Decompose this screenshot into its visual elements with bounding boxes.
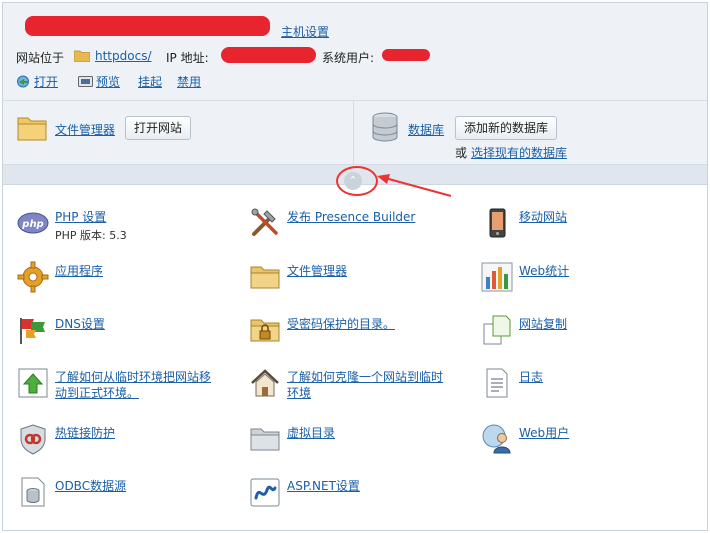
php-icon: php	[17, 212, 49, 234]
tool-label[interactable]: 日志	[519, 369, 543, 385]
globe-open-icon	[17, 75, 29, 88]
tool-label[interactable]: 受密码保护的目录。	[287, 316, 395, 332]
tool-label[interactable]: 虚拟目录	[287, 425, 335, 441]
web-user-icon	[482, 424, 511, 454]
locked-folder-icon	[250, 319, 280, 342]
tool-label-line1[interactable]: 了解如何从临时环境把网站移	[55, 369, 211, 385]
redacted-user	[382, 49, 430, 61]
odbc-icon	[21, 477, 45, 507]
house-icon	[251, 369, 279, 397]
svg-text:php: php	[21, 219, 43, 230]
database-icon	[372, 112, 398, 142]
ip-label: IP 地址:	[166, 51, 209, 65]
tool-label[interactable]: ASP.NET设置	[287, 478, 360, 494]
copy-icon	[483, 315, 511, 345]
folder-icon	[74, 50, 90, 62]
docroot-link[interactable]: httpdocs/	[95, 49, 151, 63]
select-database-link[interactable]: 选择现有的数据库	[471, 144, 567, 161]
gear-icon	[17, 261, 49, 293]
tool-label[interactable]: 文件管理器	[287, 263, 347, 279]
preview-icon	[78, 76, 93, 87]
tool-label[interactable]: 发布 Presence Builder	[287, 209, 415, 225]
tool-label[interactable]: 应用程序	[55, 263, 103, 279]
disable-link[interactable]: 禁用	[177, 73, 201, 90]
file-manager-folder-icon	[17, 117, 47, 141]
system-user-label: 系统用户:	[322, 51, 375, 65]
hosting-panel: 主机设置 网站位于 httpdocs/ IP 地址: 系统用户: 打开 预览 挂…	[2, 2, 708, 531]
tool-label-line1[interactable]: 了解如何克隆一个网站到临时	[287, 369, 443, 385]
open-action[interactable]: 打开	[16, 73, 58, 90]
file-manager-link[interactable]: 文件管理器	[55, 121, 115, 138]
tools-icon	[251, 208, 278, 236]
host-settings-link[interactable]: 主机设置	[281, 23, 329, 40]
tool-label[interactable]: 移动网站	[519, 209, 567, 225]
quick-access-divider	[353, 101, 354, 165]
tool-label[interactable]: DNS设置	[55, 316, 105, 332]
tool-label[interactable]: 网站复制	[519, 316, 567, 332]
tool-label-line2[interactable]: 环境	[287, 385, 311, 401]
open-link[interactable]: 打开	[34, 75, 58, 89]
tool-label[interactable]: Web统计	[519, 263, 569, 279]
redacted-ip	[221, 47, 316, 63]
tool-label[interactable]: PHP 设置	[55, 209, 106, 225]
shield-icon	[20, 424, 46, 455]
open-site-button[interactable]: 打开网站	[125, 116, 192, 140]
preview-action[interactable]: 预览	[78, 73, 120, 90]
or-label: 或	[455, 146, 468, 160]
site-location-label: 网站位于	[16, 51, 65, 65]
host-info-header: 主机设置 网站位于 httpdocs/ IP 地址: 系统用户: 打开 预览 挂…	[3, 3, 707, 101]
upload-icon	[18, 368, 48, 398]
php-version-text: PHP 版本: 5.3	[55, 229, 127, 242]
log-icon	[486, 368, 508, 398]
annotation-circle	[336, 166, 378, 196]
tool-label[interactable]: Web用户	[519, 425, 569, 441]
mobile-icon	[489, 208, 506, 238]
flags-icon	[20, 318, 45, 344]
folder-icon	[250, 428, 280, 451]
aspnet-icon	[250, 478, 280, 507]
preview-link[interactable]: 预览	[96, 75, 120, 89]
suspend-link[interactable]: 挂起	[138, 73, 162, 90]
quick-access-bar: 文件管理器 打开网站 数据库 添加新的数据库 或 选择现有的数据库	[3, 101, 707, 165]
redacted-domain	[25, 16, 270, 36]
tool-label[interactable]: ODBC数据源	[55, 478, 126, 494]
tool-label[interactable]: 热链接防护	[55, 425, 115, 441]
stats-icon	[481, 262, 513, 292]
database-link[interactable]: 数据库	[408, 121, 444, 138]
folder-icon	[250, 266, 280, 289]
add-database-button[interactable]: 添加新的数据库	[455, 116, 558, 140]
tool-label-line2[interactable]: 动到正式环境。	[55, 385, 139, 401]
annotation-arrow	[377, 174, 452, 197]
